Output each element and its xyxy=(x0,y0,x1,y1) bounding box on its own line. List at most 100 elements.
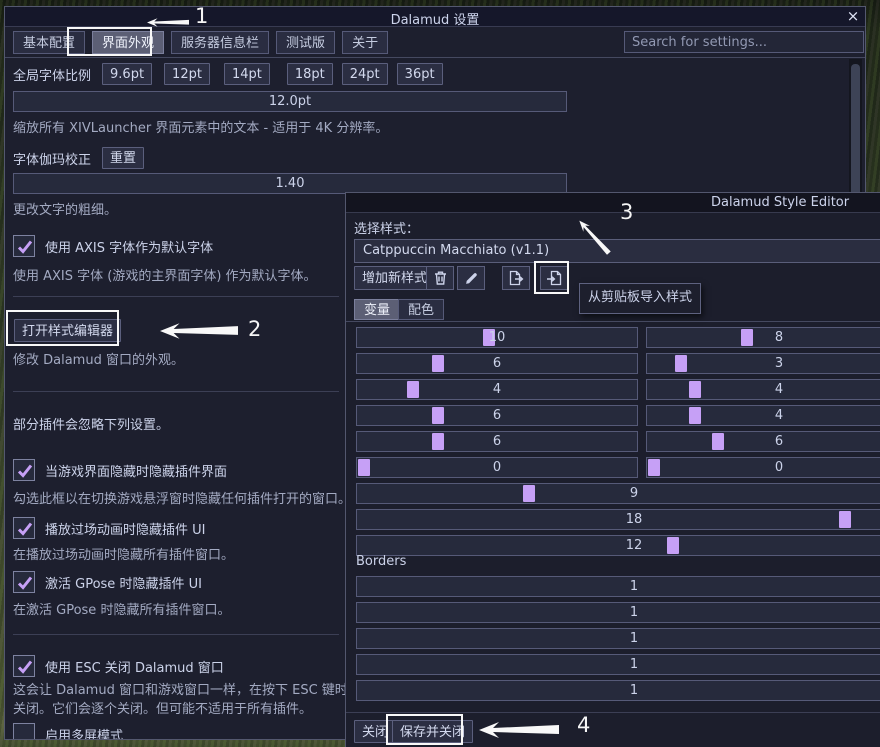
style-slider[interactable]: 1 xyxy=(356,680,880,701)
separator xyxy=(13,634,339,635)
tab-server-info-bar[interactable]: 服务器信息栏 xyxy=(171,31,269,54)
style-slider[interactable]: 4 xyxy=(356,379,638,400)
border-sliders: 1 1 1 1 1 xyxy=(356,576,880,706)
font-gamma-hint: 更改文字的粗细。 xyxy=(13,199,117,218)
trash-icon xyxy=(433,270,448,286)
font-scale-18pt-button[interactable]: 18pt xyxy=(287,63,333,85)
cutscene-checkbox[interactable] xyxy=(13,517,35,539)
borders-section-label: Borders xyxy=(356,554,406,569)
cutscene-hint: 在播放过场动画时隐藏所有插件窗口。 xyxy=(13,544,234,563)
separator xyxy=(13,391,339,392)
multi-monitor-checkbox[interactable] xyxy=(13,723,35,740)
close-icon[interactable]: × xyxy=(845,7,861,25)
add-style-button[interactable]: 增加新样式 xyxy=(354,266,435,290)
tab-about[interactable]: 关于 xyxy=(342,31,388,54)
slider-row: 44 xyxy=(356,379,880,405)
search-input[interactable] xyxy=(624,31,864,53)
style-editor-titlebar[interactable]: Dalamud Style Editor xyxy=(346,193,880,213)
select-style-label: 选择样式： xyxy=(354,218,419,237)
font-scale-slider[interactable]: 12.0pt xyxy=(13,91,567,112)
font-gamma-row: 字体伽玛校正 重置 xyxy=(13,147,144,169)
tab-experimental[interactable]: 测试版 xyxy=(276,31,335,54)
style-slider[interactable]: 12 xyxy=(356,535,880,556)
separator xyxy=(13,296,339,297)
slider-value: 4 xyxy=(647,406,880,425)
style-slider[interactable]: 6 xyxy=(646,431,880,452)
esc-close-checkbox[interactable] xyxy=(13,655,35,677)
plugins-note: 部分插件会忽略下列设置。 xyxy=(13,414,169,433)
font-scale-slider-value: 12.0pt xyxy=(14,92,566,111)
esc-close-label: 使用 ESC 关闭 Dalamud 窗口 xyxy=(45,657,224,676)
settings-tabbar: 基本配置 界面外观 服务器信息栏 测试版 关于 xyxy=(13,31,388,54)
font-scale-label: 全局字体比例 xyxy=(13,65,91,84)
axis-font-row: 使用 AXIS 字体作为默认字体 xyxy=(13,235,213,257)
import-style-button[interactable] xyxy=(540,266,568,290)
save-and-close-button[interactable]: 保存并关闭 xyxy=(392,720,473,743)
font-gamma-slider[interactable]: 1.40 xyxy=(13,173,567,194)
style-editor-window: Dalamud Style Editor 选择样式： Catppuccin Ma… xyxy=(345,192,880,747)
hide-ui-row: 当游戏界面隐藏时隐藏插件界面 xyxy=(13,459,227,481)
style-combo[interactable]: Catppuccin Macchiato (v1.1) xyxy=(354,239,880,263)
font-scale-36pt-button[interactable]: 36pt xyxy=(397,63,443,85)
style-slider[interactable]: 1 xyxy=(356,602,880,623)
slider-value: 3 xyxy=(647,354,880,373)
style-slider[interactable]: 4 xyxy=(646,405,880,426)
import-tooltip: 从剪贴板导入样式 xyxy=(579,283,701,314)
style-editor-title: Dalamud Style Editor xyxy=(711,195,849,210)
tab-look-and-feel[interactable]: 界面外观 xyxy=(92,31,164,54)
separator xyxy=(346,712,880,713)
style-slider[interactable]: 1 xyxy=(356,654,880,675)
font-scale-14pt-button[interactable]: 14pt xyxy=(224,63,270,85)
gpose-checkbox[interactable] xyxy=(13,571,35,593)
settings-scrollbar-thumb[interactable] xyxy=(851,64,860,202)
font-scale-9.6pt-button[interactable]: 9.6pt xyxy=(102,63,152,85)
tabbar-underline xyxy=(5,57,866,58)
slider-value: 12 xyxy=(357,536,880,555)
style-slider[interactable]: 6 xyxy=(356,431,638,452)
slider-value: 8 xyxy=(647,328,880,347)
style-slider[interactable]: 8 xyxy=(646,327,880,348)
slider-value: 1 xyxy=(357,629,880,648)
style-slider[interactable]: 9 xyxy=(356,483,880,504)
slider-row: 64 xyxy=(356,405,880,431)
font-gamma-slider-value: 1.40 xyxy=(14,174,566,193)
style-slider[interactable]: 0 xyxy=(646,457,880,478)
font-scale-12pt-button[interactable]: 12pt xyxy=(164,63,210,85)
settings-titlebar[interactable]: Dalamud 设置 × xyxy=(5,7,865,27)
delete-style-button[interactable] xyxy=(426,266,454,290)
font-gamma-reset-button[interactable]: 重置 xyxy=(102,147,144,169)
export-icon xyxy=(508,270,525,286)
open-style-editor-button[interactable]: 打开样式编辑器 xyxy=(14,319,121,342)
tab-general[interactable]: 基本配置 xyxy=(13,31,85,54)
slider-row: 63 xyxy=(356,353,880,379)
check-icon xyxy=(16,462,34,480)
style-slider[interactable]: 6 xyxy=(356,405,638,426)
slider-row: 10 8 xyxy=(356,327,880,353)
slider-value: 10 xyxy=(357,328,637,347)
style-slider[interactable]: 3 xyxy=(646,353,880,374)
style-slider[interactable]: 1 xyxy=(356,628,880,649)
font-gamma-label: 字体伽玛校正 xyxy=(13,149,91,168)
cutscene-label: 播放过场动画时隐藏插件 UI xyxy=(45,519,205,538)
axis-font-label: 使用 AXIS 字体作为默认字体 xyxy=(45,237,213,256)
font-scale-24pt-button[interactable]: 24pt xyxy=(342,63,388,85)
slider-value: 18 xyxy=(357,510,880,529)
style-combo-value: Catppuccin Macchiato (v1.1) xyxy=(363,243,549,258)
screen: Dalamud 设置 × 基本配置 界面外观 服务器信息栏 测试版 关于 全局字… xyxy=(0,0,880,747)
close-button[interactable]: 关闭 xyxy=(354,720,396,743)
style-slider[interactable]: 18 xyxy=(356,509,880,530)
style-slider[interactable]: 10 xyxy=(356,327,638,348)
slider-value: 1 xyxy=(357,603,880,622)
export-style-button[interactable] xyxy=(502,266,530,290)
rename-style-button[interactable] xyxy=(457,266,485,290)
hide-ui-checkbox[interactable] xyxy=(13,459,35,481)
slider-value: 1 xyxy=(357,577,880,596)
tab-variables[interactable]: 变量 xyxy=(354,299,400,320)
style-slider[interactable]: 4 xyxy=(646,379,880,400)
gpose-hint: 在激活 GPose 时隐藏所有插件窗口。 xyxy=(13,599,230,618)
axis-font-checkbox[interactable] xyxy=(13,235,35,257)
tab-colors[interactable]: 配色 xyxy=(398,299,444,320)
style-slider[interactable]: 1 xyxy=(356,576,880,597)
style-slider[interactable]: 0 xyxy=(356,457,638,478)
style-slider[interactable]: 6 xyxy=(356,353,638,374)
